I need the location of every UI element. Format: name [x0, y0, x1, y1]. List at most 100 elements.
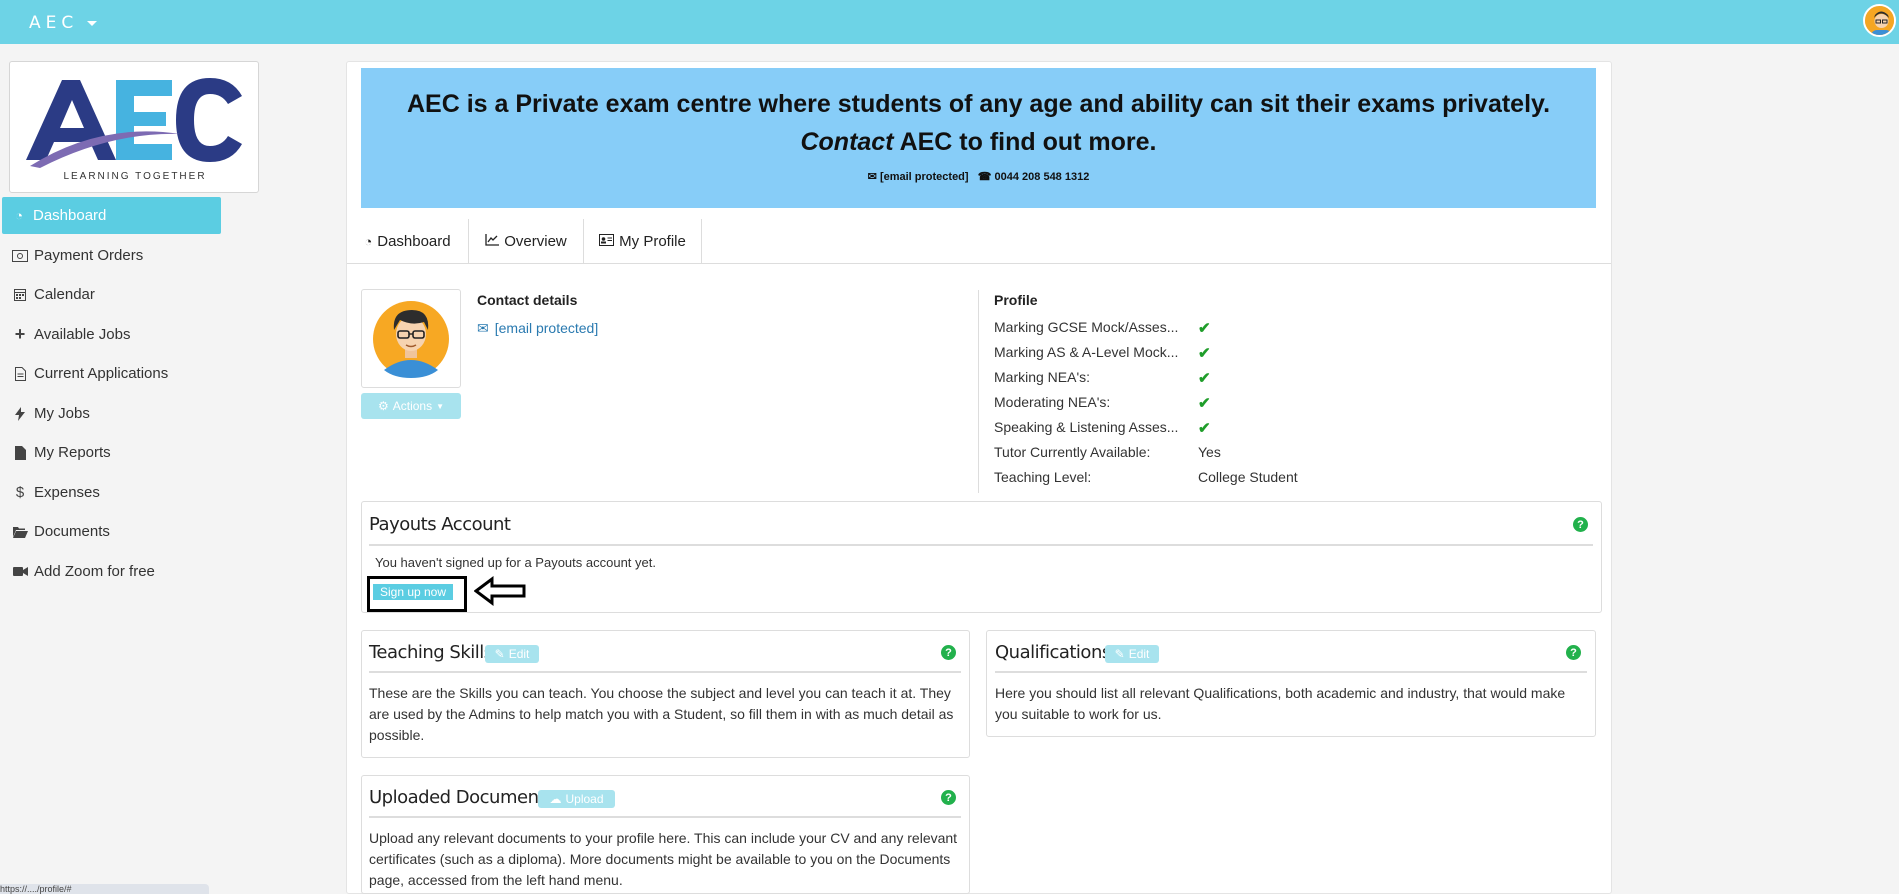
- help-icon[interactable]: ?: [1566, 645, 1581, 660]
- profile-row-label: Speaking & Listening Asses...: [994, 419, 1179, 435]
- banner-email[interactable]: [email protected]: [880, 171, 969, 183]
- profile-heading: Profile: [994, 292, 1038, 308]
- sidebar-item-label: Dashboard: [33, 207, 107, 224]
- help-icon[interactable]: ?: [941, 645, 956, 660]
- contact-email-text: [email protected]: [494, 320, 599, 336]
- sidebar-item-expenses[interactable]: $ Expenses: [0, 474, 240, 511]
- sidebar-item-label: Documents: [34, 523, 110, 540]
- status-bar-url: https://..../profile/#: [0, 884, 209, 894]
- profile-tabs: ◔ Dashboard Overview My Profile: [347, 219, 1611, 264]
- id-card-icon: [599, 234, 615, 249]
- contact-email-link[interactable]: ✉ [email protected]: [477, 320, 598, 337]
- sidebar-item-my-reports[interactable]: My Reports: [0, 434, 240, 471]
- edit-icon: ✎: [1114, 647, 1125, 661]
- user-avatar[interactable]: [1863, 4, 1896, 37]
- file-icon: [12, 445, 28, 461]
- brand-label: AEC: [29, 13, 79, 33]
- check-icon: ✔: [1198, 370, 1211, 387]
- profile-row-value: Yes: [1198, 444, 1221, 460]
- teaching-skills-description: These are the Skills you can teach. You …: [369, 685, 954, 743]
- sidebar-item-dashboard[interactable]: ◔ Dashboard: [2, 197, 221, 234]
- sidebar-item-current-applications[interactable]: Current Applications: [0, 355, 240, 392]
- tab-label: Overview: [504, 233, 567, 250]
- panel-divider: [369, 671, 961, 673]
- qualifications-description: Here you should list all relevant Qualif…: [995, 685, 1566, 722]
- actions-dropdown-button[interactable]: ⚙ Actions ▼: [361, 393, 461, 419]
- gear-icon: ⚙: [377, 399, 389, 413]
- edit-label: Edit: [1128, 647, 1150, 661]
- aec-logo-image: LEARNING TOGETHER: [22, 74, 248, 182]
- sidebar-item-documents[interactable]: Documents: [0, 513, 240, 550]
- bolt-icon: [12, 406, 28, 422]
- sign-up-now-button[interactable]: Sign up now: [373, 584, 453, 600]
- tab-label: Dashboard: [377, 233, 451, 250]
- upload-button[interactable]: ☁ Upload: [538, 790, 615, 808]
- uploaded-documents-title: Uploaded Documents: [369, 787, 554, 808]
- folder-open-icon: [12, 524, 28, 540]
- banner-find-out: AEC to find out more.: [899, 128, 1157, 156]
- sidebar-item-add-zoom[interactable]: Add Zoom for free: [0, 553, 240, 590]
- info-banner: AEC is a Private exam centre where stude…: [361, 68, 1596, 208]
- profile-row-value: College Student: [1198, 469, 1298, 485]
- sidebar-item-label: Available Jobs: [34, 326, 131, 343]
- tab-label: My Profile: [619, 233, 686, 250]
- brand-dropdown[interactable]: AEC: [29, 13, 97, 33]
- sidebar-item-label: Calendar: [34, 286, 95, 303]
- help-icon[interactable]: ?: [941, 790, 956, 805]
- sidebar-item-label: Expenses: [34, 484, 100, 501]
- profile-picture: [361, 289, 461, 388]
- banner-headline: AEC is a Private exam centre where stude…: [406, 90, 1551, 118]
- qualifications-title: Qualifications: [995, 642, 1111, 663]
- help-icon[interactable]: ?: [1573, 517, 1588, 532]
- profile-row-label: Moderating NEA's:: [994, 394, 1111, 410]
- qualifications-edit-button[interactable]: ✎ Edit: [1105, 645, 1159, 663]
- check-icon: ✔: [1198, 345, 1211, 362]
- payouts-account-title: Payouts Account: [369, 514, 511, 535]
- panel-divider: [369, 544, 1593, 546]
- sidebar-item-available-jobs[interactable]: + Available Jobs: [0, 316, 240, 353]
- check-icon: ✔: [1198, 395, 1211, 412]
- banner-contact-emphasis: Contact: [800, 128, 894, 156]
- sidebar-item-label: Current Applications: [34, 365, 169, 382]
- sidebar-item-label: Add Zoom for free: [34, 563, 155, 580]
- tab-dashboard[interactable]: ◔ Dashboard: [347, 219, 469, 264]
- caret-down-icon: ▼: [436, 401, 445, 411]
- sidebar-item-payment-orders[interactable]: Payment Orders: [0, 237, 240, 274]
- uploaded-documents-description: Upload any relevant documents to your pr…: [369, 830, 958, 888]
- line-chart-icon: [485, 234, 500, 249]
- avatar-icon: [1865, 6, 1894, 35]
- top-navbar: AEC: [0, 0, 1899, 44]
- upload-label: Upload: [565, 792, 604, 806]
- teaching-skills-edit-button[interactable]: ✎ Edit: [485, 645, 539, 663]
- tab-my-profile[interactable]: My Profile: [584, 219, 702, 264]
- edit-icon: ✎: [494, 647, 505, 661]
- contact-details-heading: Contact details: [477, 292, 578, 308]
- edit-label: Edit: [508, 647, 530, 661]
- panel-divider: [369, 816, 961, 818]
- check-icon: ✔: [1198, 420, 1211, 437]
- sidebar-item-calendar[interactable]: Calendar: [0, 276, 240, 313]
- envelope-icon: ✉: [867, 171, 877, 183]
- banner-phone[interactable]: 0044 208 548 1312: [995, 171, 1090, 183]
- teaching-skills-title: Teaching Skills: [369, 642, 493, 663]
- dashboard-icon: ◔: [364, 234, 373, 249]
- profile-row-label: Tutor Currently Available:: [994, 444, 1151, 460]
- plus-icon: +: [14, 324, 26, 344]
- tab-overview[interactable]: Overview: [469, 219, 584, 264]
- profile-row-label: Marking AS & A-Level Mock...: [994, 344, 1179, 360]
- logo[interactable]: LEARNING TOGETHER: [9, 61, 259, 193]
- phone-icon: ☎: [977, 171, 992, 183]
- video-icon: [12, 564, 28, 580]
- dashboard-icon: ◔: [15, 208, 23, 223]
- panel-divider: [995, 671, 1587, 673]
- profile-row-label: Marking GCSE Mock/Asses...: [994, 319, 1179, 335]
- caret-down-icon: [86, 20, 97, 26]
- check-icon: ✔: [1198, 320, 1211, 337]
- logo-tagline: LEARNING TOGETHER: [63, 171, 206, 182]
- banner-contact-line: ✉ [email protected] ☎ 0044 208 548 1312: [361, 170, 1596, 183]
- sidebar-item-my-jobs[interactable]: My Jobs: [0, 395, 240, 432]
- profile-row-label: Marking NEA's:: [994, 369, 1091, 385]
- calendar-icon: [12, 287, 28, 303]
- profile-row-label: Teaching Level:: [994, 469, 1092, 485]
- document-icon: [12, 366, 28, 382]
